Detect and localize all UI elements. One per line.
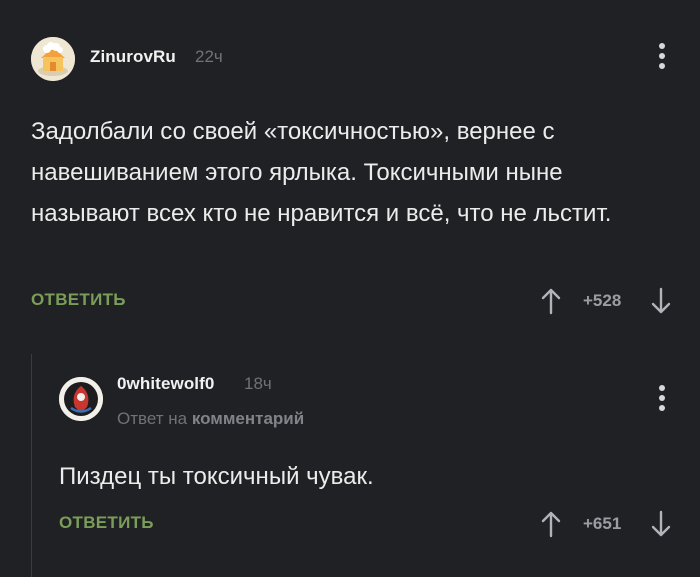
rating-count: +651 [583, 514, 622, 533]
reply-to-info: Ответ на комментарий [117, 409, 304, 429]
more-options-icon[interactable] [658, 385, 666, 411]
arrow-up-icon[interactable] [540, 287, 562, 315]
cartoon-house-avatar-icon [31, 37, 75, 81]
arrow-up-icon[interactable] [540, 510, 562, 538]
author-name[interactable]: ZinurovRu [90, 47, 176, 67]
avatar[interactable] [31, 37, 75, 81]
comment-text: Задолбали со своей «токсичностью», верне… [31, 118, 612, 227]
more-options-icon[interactable] [658, 43, 666, 69]
timestamp: 18ч [244, 374, 272, 393]
timestamp: 22ч [195, 47, 223, 66]
arrow-down-icon[interactable] [650, 510, 672, 538]
reply-to-prefix: Ответ на [117, 409, 188, 428]
reply-comment: 0whitewolf0 18ч Ответ на комментарий Пиз… [0, 330, 700, 577]
dark-emblem-avatar-icon [59, 377, 103, 421]
rating-count: +528 [583, 291, 622, 310]
author-name[interactable]: 0whitewolf0 [117, 374, 214, 394]
arrow-down-icon[interactable] [650, 287, 672, 315]
comment: ZinurovRu 22ч Задолбали со своей «токсич… [0, 0, 700, 330]
comment-text: Пиздец ты токсичный чувак. [59, 463, 374, 490]
reply-button[interactable]: ОТВЕТИТЬ [59, 513, 154, 533]
reply-to-link[interactable]: комментарий [192, 409, 304, 428]
avatar[interactable] [59, 377, 103, 421]
reply-button[interactable]: ОТВЕТИТЬ [31, 290, 126, 310]
